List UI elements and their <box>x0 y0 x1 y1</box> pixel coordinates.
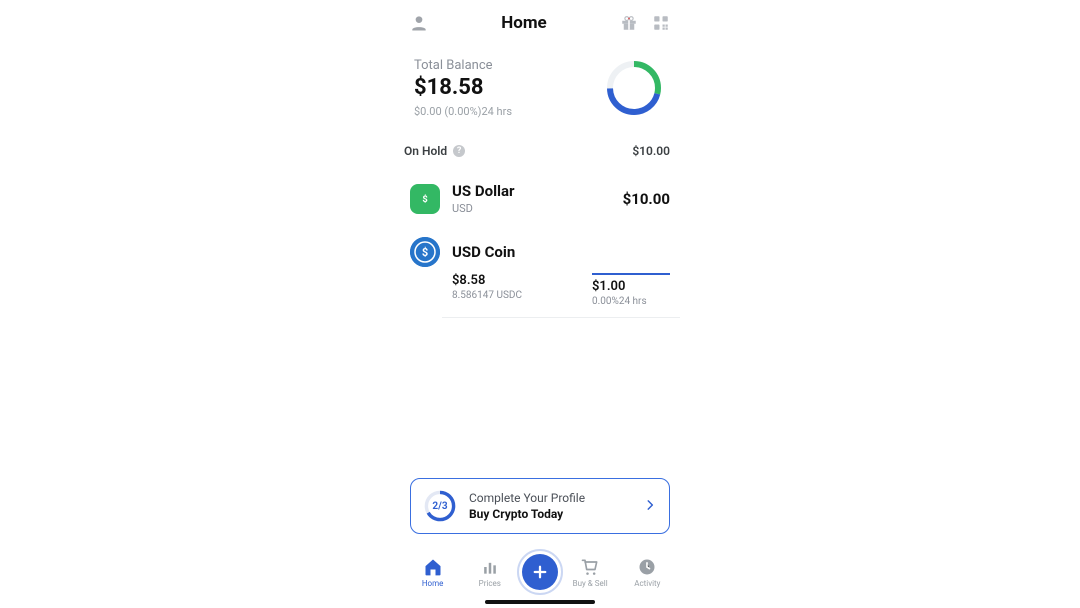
cart-icon <box>580 557 600 577</box>
profile-card-title: Complete Your Profile <box>469 491 631 505</box>
usd-icon: $ <box>410 184 440 214</box>
progress-donut-icon: 2/3 <box>423 489 457 523</box>
tab-prices[interactable]: Prices <box>465 557 515 588</box>
gift-icon[interactable] <box>618 12 640 34</box>
tab-label: Activity <box>634 579 660 588</box>
header: Home <box>400 0 680 42</box>
fab-add-button[interactable] <box>522 554 558 590</box>
svg-text:$: $ <box>422 246 428 259</box>
usdc-price: $1.00 <box>592 279 670 294</box>
balance-amount: $18.58 <box>414 75 512 101</box>
home-indicator <box>485 600 595 604</box>
asset-row-usdc[interactable]: $ USD Coin $8.58 8.586147 USDC $1.00 0.0… <box>400 229 680 317</box>
help-icon[interactable]: ? <box>453 145 465 157</box>
progress-text: 2/3 <box>432 501 447 512</box>
balance-section: Total Balance $18.58 $0.00 (0.00%)24 hrs <box>400 42 680 126</box>
asset-name: USD Coin <box>452 243 515 261</box>
content: Total Balance $18.58 $0.00 (0.00%)24 hrs… <box>400 42 680 478</box>
tab-bar: Home Prices Buy & Sell Activity <box>400 548 680 594</box>
bottom-area: 2/3 Complete Your Profile Buy Crypto Tod… <box>400 478 680 608</box>
tab-activity[interactable]: Activity <box>622 557 672 588</box>
usdc-quantity: 8.586147 USDC <box>452 290 522 301</box>
clock-icon <box>637 557 657 577</box>
profile-card-subtitle: Buy Crypto Today <box>469 507 631 521</box>
plus-icon <box>531 563 549 581</box>
asset-row-usd[interactable]: $ US Dollar USD $10.00 <box>400 168 680 229</box>
app-screen: Home Total Balance $18.58 $0.00 (0.00%)2… <box>400 0 680 608</box>
balance-change: $0.00 (0.00%)24 hrs <box>414 105 512 118</box>
balance-donut-chart <box>604 58 664 118</box>
svg-text:$: $ <box>422 194 427 205</box>
usdc-change: 0.00%24 hrs <box>592 296 670 307</box>
chevron-right-icon <box>643 497 657 516</box>
page-title: Home <box>501 13 547 33</box>
qr-icon[interactable] <box>650 12 672 34</box>
asset-code: USD <box>452 202 515 215</box>
tab-home[interactable]: Home <box>408 557 458 588</box>
chart-icon <box>480 557 500 577</box>
divider <box>442 317 680 318</box>
on-hold-row[interactable]: On Hold ? $10.00 <box>400 126 680 168</box>
asset-amount: $10.00 <box>623 190 670 208</box>
profile-icon[interactable] <box>408 12 430 34</box>
tab-label: Prices <box>479 579 501 588</box>
on-hold-amount: $10.00 <box>632 144 670 158</box>
home-icon <box>423 557 443 577</box>
usdc-icon: $ <box>410 237 440 267</box>
tab-label: Home <box>422 579 444 588</box>
tab-label: Buy & Sell <box>573 579 608 588</box>
complete-profile-card[interactable]: 2/3 Complete Your Profile Buy Crypto Tod… <box>410 478 670 534</box>
asset-name: US Dollar <box>452 182 515 200</box>
usdc-balance: $8.58 <box>452 273 522 288</box>
balance-label: Total Balance <box>414 58 512 73</box>
tab-buy-sell[interactable]: Buy & Sell <box>565 557 615 588</box>
on-hold-label: On Hold <box>404 144 447 158</box>
